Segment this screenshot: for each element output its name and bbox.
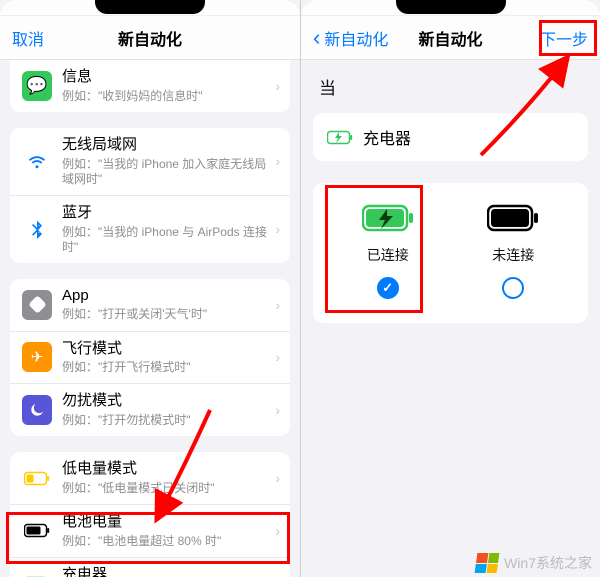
airplane-icon: ✈ [31, 348, 44, 366]
row-title: 信息 [62, 68, 269, 87]
chevron-right-icon: › [275, 523, 280, 539]
charger-icon [327, 130, 353, 145]
navbar-left: 取消 新自动化 [0, 16, 300, 60]
chevron-right-icon: › [275, 153, 280, 169]
chevron-right-icon: › [275, 297, 280, 313]
device-chrome [301, 0, 600, 16]
row-subtitle: 例如："打开勿扰模式时" [62, 413, 269, 428]
row-title: 电池电量 [62, 513, 269, 532]
row-airplane[interactable]: ✈ 飞行模式 例如："打开飞行模式时" › [10, 331, 290, 384]
chevron-right-icon: › [275, 78, 280, 94]
low-power-icon [24, 471, 50, 486]
row-subtitle: 例如："收到妈妈的信息时" [62, 89, 269, 104]
windows-flag-icon [475, 553, 500, 573]
battery-icon [24, 523, 50, 538]
navbar-right: ‹ 新自动化 新自动化 下一步 [301, 16, 600, 60]
row-title: 飞行模式 [62, 340, 269, 359]
row-low-power[interactable]: 低电量模式 例如："低电量模式已关闭时" › [10, 452, 290, 504]
row-title: 充电器 [62, 566, 269, 577]
trigger-card-charger: 充电器 [313, 113, 588, 161]
row-messages[interactable]: 💬 信息 例如："收到妈妈的信息时" › [10, 60, 290, 112]
row-dnd[interactable]: 勿扰模式 例如："打开勿扰模式时" › [10, 383, 290, 436]
watermark-text: Win7系统之家 [504, 553, 592, 573]
battery-full-icon [487, 203, 539, 233]
row-app[interactable]: App 例如："打开或关闭'天气'时" › [10, 279, 290, 331]
row-subtitle: 例如："打开飞行模式时" [62, 360, 269, 375]
row-battery-level[interactable]: 电池电量 例如："电池电量超过 80% 时" › [10, 504, 290, 557]
pane-automation-list: 取消 新自动化 💬 信息 例如："收到妈妈的信息时" › [0, 0, 300, 577]
option-label: 未连接 [492, 245, 534, 265]
row-title: 蓝牙 [62, 204, 269, 223]
cancel-button[interactable]: 取消 [12, 26, 44, 50]
battery-charging-icon [362, 203, 414, 233]
option-connected[interactable]: 已连接 [328, 203, 448, 299]
row-subtitle: 例如："低电量模式已关闭时" [62, 481, 269, 496]
chevron-left-icon: ‹ [313, 27, 320, 49]
row-subtitle: 例如："打开或关闭'天气'时" [62, 307, 269, 322]
row-title: 勿扰模式 [62, 392, 269, 411]
row-bluetooth[interactable]: 蓝牙 例如："当我的 iPhone 与 AirPods 连接时" › [10, 195, 290, 263]
row-subtitle: 例如："当我的 iPhone 与 AirPods 连接时" [62, 225, 269, 255]
row-subtitle: 例如："电池电量超过 80% 时" [62, 534, 269, 549]
row-title: App [62, 287, 269, 306]
chevron-right-icon: › [275, 349, 280, 365]
chevron-right-icon: › [275, 402, 280, 418]
charger-options: 已连接 未连接 [313, 183, 588, 323]
app-icon [28, 295, 46, 313]
wifi-icon [26, 150, 48, 172]
back-button[interactable]: 新自动化 [324, 26, 388, 50]
automation-list: 💬 信息 例如："收到妈妈的信息时" › 无线局域网 [0, 60, 300, 577]
row-charger[interactable]: 充电器 例如："iPhone 接入电源时" › [10, 557, 290, 577]
radio-unselected[interactable] [502, 277, 524, 299]
pane-charger-config: ‹ 新自动化 新自动化 下一步 当 充电器 已连接 [300, 0, 600, 577]
row-title: 无线局域网 [62, 136, 269, 155]
row-wifi[interactable]: 无线局域网 例如："当我的 iPhone 加入家庭无线局域网时" › [10, 128, 290, 195]
bluetooth-icon [27, 219, 47, 239]
device-chrome [0, 0, 300, 16]
chevron-right-icon: › [275, 470, 280, 486]
row-subtitle: 例如："当我的 iPhone 加入家庭无线局域网时" [62, 157, 269, 187]
trigger-title: 充电器 [363, 125, 411, 149]
radio-selected[interactable] [377, 277, 399, 299]
chat-icon: 💬 [26, 76, 47, 96]
when-label: 当 [301, 60, 600, 105]
option-label: 已连接 [367, 245, 409, 265]
moon-icon [28, 401, 46, 419]
option-disconnected[interactable]: 未连接 [453, 203, 573, 299]
row-title: 低电量模式 [62, 460, 269, 479]
next-button[interactable]: 下一步 [540, 26, 588, 50]
chevron-right-icon: › [275, 221, 280, 237]
watermark: Win7系统之家 [476, 553, 592, 573]
